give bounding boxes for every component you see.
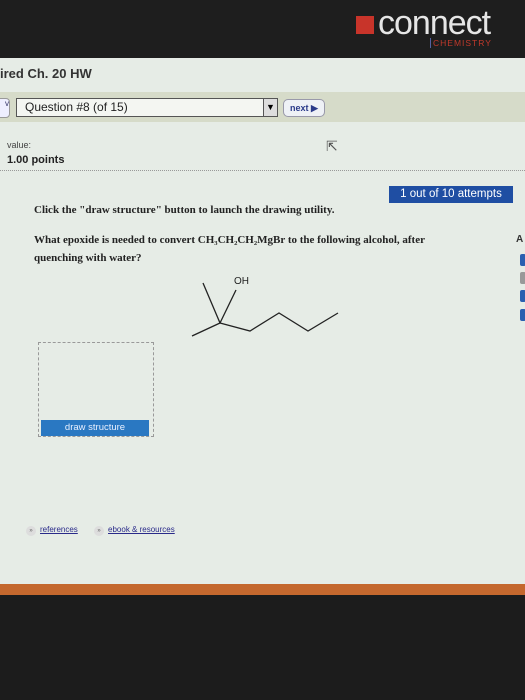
- resource-links: » references » ebook & resources: [26, 525, 189, 536]
- bond: [219, 289, 237, 324]
- mcgraw-hill-logo: [356, 16, 374, 34]
- ebook-resources-link[interactable]: ebook & resources: [108, 525, 175, 534]
- expand-icon[interactable]: »: [26, 526, 36, 536]
- top-bar: connect CHEMISTRY: [0, 0, 525, 58]
- bond: [202, 282, 221, 324]
- main-page: ired Ch. 20 HW v Question #8 (of 15) ▼ n…: [0, 58, 525, 584]
- right-edge-letter: A: [516, 234, 524, 245]
- side-button[interactable]: [520, 309, 525, 321]
- oh-label: OH: [234, 276, 249, 287]
- side-button[interactable]: [520, 290, 525, 302]
- side-button[interactable]: [520, 254, 525, 266]
- footer-bar: [0, 584, 525, 595]
- draw-structure-button[interactable]: draw structure: [41, 420, 149, 436]
- references-link[interactable]: references: [40, 525, 78, 534]
- expand-icon[interactable]: »: [94, 526, 105, 536]
- side-button[interactable]: [520, 272, 525, 284]
- alcohol-structure: OH: [191, 276, 339, 337]
- propyl-chain: [219, 312, 339, 332]
- subject-label: CHEMISTRY: [430, 38, 492, 48]
- bond: [191, 322, 221, 337]
